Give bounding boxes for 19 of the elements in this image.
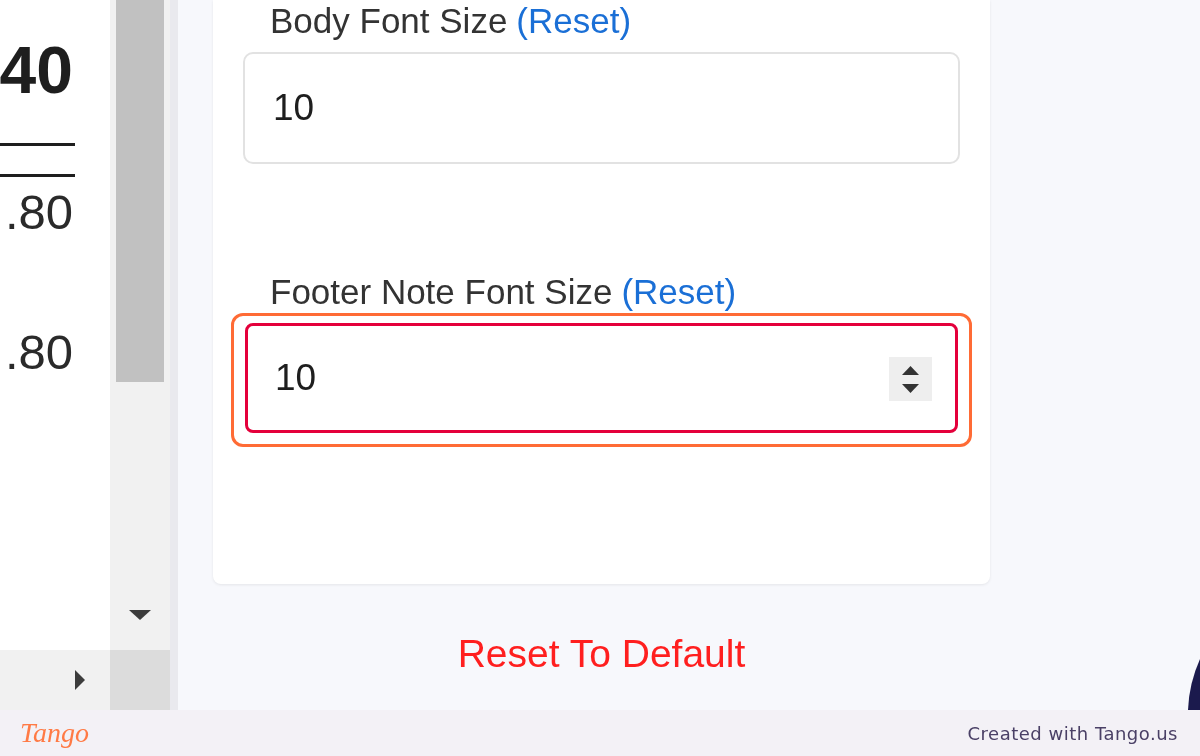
number-field[interactable]: 10	[245, 323, 958, 433]
amount-text: .80	[4, 327, 73, 377]
credit-text: Created with Tango.us	[967, 722, 1178, 744]
scrollbar-thumb[interactable]	[116, 0, 164, 382]
reset-to-default-button[interactable]: Reset To Default	[457, 634, 746, 674]
field-label: Body Font Size	[270, 4, 508, 38]
right-arrow-icon[interactable]	[75, 670, 85, 690]
logo-text: Tango	[20, 716, 89, 750]
horizontal-scrollbar[interactable]	[0, 650, 110, 710]
amount-text: .80	[4, 187, 73, 237]
down-arrow-icon[interactable]	[129, 610, 151, 620]
vertical-scrollbar[interactable]	[110, 0, 178, 650]
total-amount: 40	[0, 37, 73, 103]
spinner-icon[interactable]	[889, 357, 932, 401]
reset-link[interactable]: (Reset)	[621, 275, 737, 309]
number-field[interactable]: 10	[243, 52, 960, 164]
reset-link[interactable]: (Reset)	[516, 4, 632, 38]
floating-button[interactable]	[1188, 659, 1200, 710]
field-label: Footer Note Font Size	[270, 275, 613, 309]
